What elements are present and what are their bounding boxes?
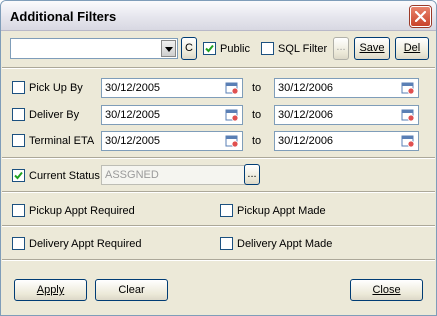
current-status-ellipsis-button[interactable]: ... bbox=[244, 164, 260, 185]
clear-button[interactable]: Clear bbox=[95, 279, 168, 301]
deliver-by-to-date[interactable]: 30/12/2006 bbox=[274, 105, 419, 125]
sql-filter-label: SQL Filter bbox=[278, 42, 328, 55]
deliver-by-from-date[interactable]: 30/12/2005 bbox=[101, 105, 243, 125]
close-window-button[interactable] bbox=[410, 6, 431, 27]
terminal-eta-checkbox[interactable]: Terminal ETA bbox=[12, 134, 94, 147]
pickup-appt-required-label: Pickup Appt Required bbox=[29, 204, 135, 217]
delivery-appt-required-checkbox[interactable]: Delivery Appt Required bbox=[12, 237, 142, 250]
delivery-appt-required-checkbox-box[interactable] bbox=[12, 237, 25, 250]
title-bar: Additional Filters bbox=[1, 1, 436, 31]
pickup-appt-required-checkbox-box[interactable] bbox=[12, 204, 25, 217]
calendar-icon[interactable] bbox=[225, 81, 239, 95]
calendar-icon[interactable] bbox=[401, 81, 415, 95]
delivery-appt-made-label: Delivery Appt Made bbox=[237, 237, 333, 250]
divider bbox=[2, 225, 435, 227]
c-button[interactable]: C bbox=[181, 37, 197, 60]
delivery-appt-required-label: Delivery Appt Required bbox=[29, 237, 142, 250]
additional-filters-dialog: Additional Filters C Public SQL Filter .… bbox=[0, 0, 437, 316]
terminal-eta-label: Terminal ETA bbox=[29, 134, 95, 147]
save-button[interactable]: Save bbox=[354, 37, 390, 60]
divider bbox=[2, 67, 435, 69]
pickup-appt-made-checkbox-box[interactable] bbox=[220, 204, 233, 217]
pickup-by-label: Pick Up By bbox=[29, 81, 83, 94]
sql-filter-ellipsis-button[interactable]: ... bbox=[333, 37, 349, 60]
pickup-appt-made-checkbox[interactable]: Pickup Appt Made bbox=[220, 204, 326, 217]
filter-combo[interactable] bbox=[10, 38, 178, 59]
pickup-by-checkbox-box[interactable] bbox=[12, 81, 25, 94]
pickup-appt-made-label: Pickup Appt Made bbox=[237, 204, 326, 217]
sql-filter-checkbox[interactable]: SQL Filter bbox=[261, 42, 327, 55]
calendar-icon[interactable] bbox=[401, 108, 415, 122]
sql-filter-checkbox-box[interactable] bbox=[261, 42, 274, 55]
calendar-icon[interactable] bbox=[401, 134, 415, 148]
deliver-by-from-value: 30/12/2005 bbox=[105, 109, 161, 121]
delivery-appt-made-checkbox-box[interactable] bbox=[220, 237, 233, 250]
current-status-checkbox-box[interactable] bbox=[12, 169, 25, 182]
public-checkbox-box[interactable] bbox=[203, 42, 216, 55]
save-label: Save bbox=[359, 42, 385, 54]
divider bbox=[2, 259, 435, 261]
close-button[interactable]: Close bbox=[350, 279, 423, 301]
pickup-by-to-label: to bbox=[252, 82, 262, 94]
chevron-down-icon bbox=[165, 47, 173, 52]
close-icon bbox=[415, 11, 426, 22]
current-status-field[interactable]: ASSGNED bbox=[101, 165, 258, 185]
calendar-icon[interactable] bbox=[225, 134, 239, 148]
deliver-by-checkbox-box[interactable] bbox=[12, 108, 25, 121]
clear-label: Clear bbox=[118, 284, 145, 296]
current-status-value: ASSGNED bbox=[105, 169, 159, 181]
checkmark-icon bbox=[14, 171, 23, 180]
del-label: Del bbox=[403, 42, 421, 54]
divider bbox=[2, 157, 435, 159]
terminal-eta-to-label: to bbox=[252, 135, 262, 147]
filter-combo-dropdown[interactable] bbox=[161, 40, 176, 57]
apply-label: Apply bbox=[36, 284, 65, 296]
pickup-by-from-date[interactable]: 30/12/2005 bbox=[101, 78, 243, 98]
deliver-by-to-value: 30/12/2006 bbox=[278, 109, 334, 121]
pickup-by-to-value: 30/12/2006 bbox=[278, 82, 334, 94]
pickup-by-from-value: 30/12/2005 bbox=[105, 82, 161, 94]
current-status-checkbox[interactable]: Current Status bbox=[12, 169, 100, 182]
terminal-eta-from-date[interactable]: 30/12/2005 bbox=[101, 131, 243, 151]
deliver-by-to-label: to bbox=[252, 109, 262, 121]
deliver-by-label: Deliver By bbox=[29, 108, 80, 121]
divider bbox=[2, 191, 435, 193]
pickup-by-to-date[interactable]: 30/12/2006 bbox=[274, 78, 419, 98]
pickup-appt-required-checkbox[interactable]: Pickup Appt Required bbox=[12, 204, 135, 217]
public-checkbox[interactable]: Public bbox=[203, 42, 250, 55]
terminal-eta-to-date[interactable]: 30/12/2006 bbox=[274, 131, 419, 151]
apply-button[interactable]: Apply bbox=[14, 279, 87, 301]
terminal-eta-from-value: 30/12/2005 bbox=[105, 135, 161, 147]
terminal-eta-checkbox-box[interactable] bbox=[12, 134, 25, 147]
terminal-eta-to-value: 30/12/2006 bbox=[278, 135, 334, 147]
current-status-label: Current Status bbox=[29, 169, 100, 182]
window-title: Additional Filters bbox=[10, 9, 117, 24]
calendar-icon[interactable] bbox=[225, 108, 239, 122]
checkmark-icon bbox=[205, 44, 214, 53]
close-label: Close bbox=[372, 284, 401, 296]
public-label: Public bbox=[220, 42, 250, 55]
delivery-appt-made-checkbox[interactable]: Delivery Appt Made bbox=[220, 237, 332, 250]
deliver-by-checkbox[interactable]: Deliver By bbox=[12, 108, 79, 121]
pickup-by-checkbox[interactable]: Pick Up By bbox=[12, 81, 83, 94]
del-button[interactable]: Del bbox=[395, 37, 429, 60]
